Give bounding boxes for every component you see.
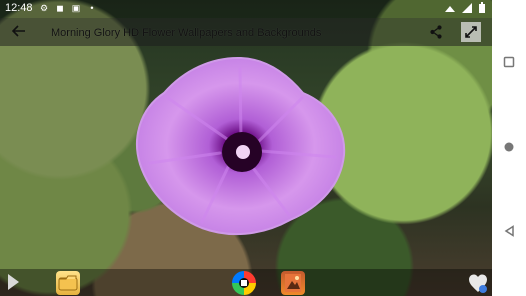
- folder-button[interactable]: [56, 271, 80, 295]
- folder-icon: [58, 275, 78, 291]
- status-bar: 12:48 ⚙ ◼ ▣ •: [0, 0, 492, 18]
- bottom-action-bar: [0, 269, 492, 296]
- settings-icon: ⚙: [39, 2, 49, 13]
- dot-icon: •: [90, 3, 94, 13]
- favorite-heart-icon[interactable]: [466, 271, 490, 295]
- morning-glory-flower: [136, 56, 346, 236]
- status-notification-icons: ⚙ ◼ ▣ •: [39, 2, 97, 14]
- wifi-icon: [445, 6, 455, 12]
- share-icon[interactable]: [429, 25, 443, 39]
- app-notification-icon: ◼: [56, 2, 64, 13]
- photo-button[interactable]: [281, 271, 305, 295]
- fullscreen-toggle[interactable]: [461, 22, 481, 42]
- page-title: Morning Glory HD Flower Wallpapers and B…: [51, 27, 322, 39]
- app-bar: Morning Glory HD Flower Wallpapers and B…: [0, 18, 492, 46]
- color-picker-button[interactable]: [232, 271, 256, 295]
- color-wheel-icon: [239, 278, 249, 288]
- photo-icon: [285, 274, 301, 292]
- back-arrow-icon[interactable]: [12, 25, 26, 37]
- screen: 12:48 ⚙ ◼ ▣ • Morning Glory HD Flower Wa…: [0, 0, 526, 296]
- expand-icon: [465, 26, 477, 38]
- media-icon: ▣: [71, 2, 81, 13]
- play-icon[interactable]: [8, 274, 19, 290]
- recent-apps-icon[interactable]: [503, 56, 515, 68]
- battery-icon: [479, 2, 485, 13]
- status-system-icons: [444, 2, 486, 14]
- status-time: 12:48: [5, 2, 33, 14]
- back-triangle-icon[interactable]: [503, 225, 515, 237]
- home-icon[interactable]: [503, 141, 515, 153]
- android-navigation-bar: [492, 0, 526, 296]
- signal-icon: [462, 3, 472, 13]
